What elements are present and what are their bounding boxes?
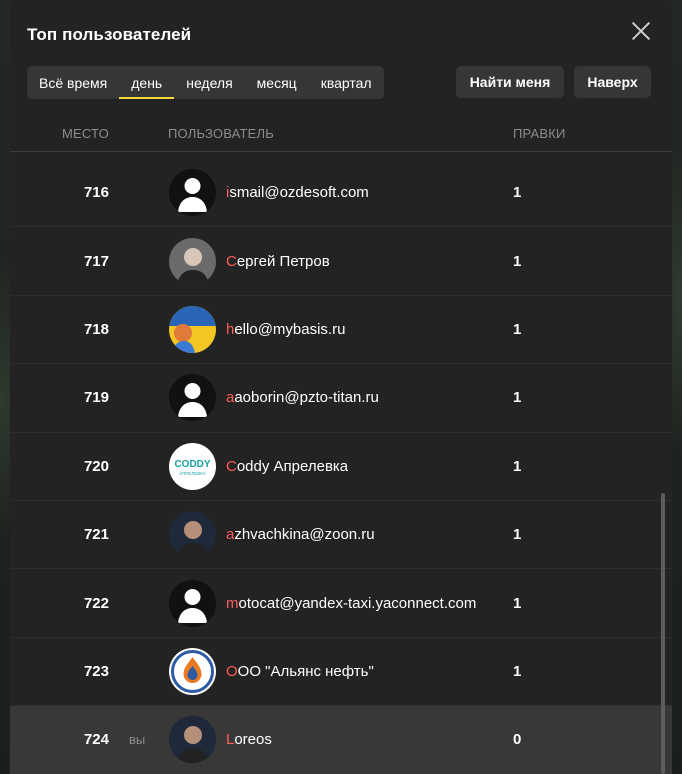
user-name[interactable]: hello@mybasis.ru	[226, 321, 345, 338]
user-name-rest: aoborin@pzto-titan.ru	[234, 389, 379, 407]
users-list: 716 ismail@ozdesoft.com 1 717 Сергей Пет…	[10, 158, 672, 774]
you-label: вы	[129, 732, 146, 748]
column-header-user: Пользователь	[168, 126, 275, 141]
user-name-rest: oreos	[234, 731, 272, 749]
rank-value: 717	[83, 252, 109, 270]
user-avatar[interactable]	[169, 237, 216, 285]
table-row[interactable]: 723 ООО "Альянс нефть" 1	[10, 636, 672, 705]
user-avatar[interactable]	[169, 374, 216, 422]
table-row[interactable]: 716 ismail@ozdesoft.com 1	[10, 158, 672, 226]
edits-count: 1	[513, 389, 522, 407]
user-name[interactable]: ООО "Альянс нефть"	[226, 663, 374, 680]
tab-day[interactable]: день	[119, 66, 175, 99]
edits-count: 1	[513, 662, 522, 680]
rank-value: 723	[83, 662, 109, 680]
table-row[interactable]: 721 azhvachkina@zoon.ru 1	[10, 499, 672, 568]
user-name-rest: smail@ozdesoft.com	[229, 183, 369, 201]
rank-value: 719	[83, 389, 109, 407]
to-top-button[interactable]: Наверх	[574, 66, 651, 98]
edits-count: 0	[513, 731, 522, 749]
tab-week[interactable]: неделя	[174, 66, 244, 99]
user-name-rest: oddy Апрелевка	[236, 457, 349, 475]
tab-month[interactable]: месяц	[245, 66, 309, 99]
svg-text:АПРЕЛЕВКА: АПРЕЛЕВКА	[179, 471, 206, 476]
edits-count: 1	[513, 526, 522, 544]
user-name-initial: С	[226, 252, 237, 270]
rank-value: 724	[83, 731, 109, 749]
table-row[interactable]: 722 motocat@yandex-taxi.yaconnect.com 1	[10, 568, 672, 636]
user-name-rest: otocat@yandex-taxi.yaconnect.com	[238, 594, 477, 612]
user-name-initial: О	[226, 662, 238, 680]
close-icon[interactable]	[630, 20, 652, 42]
user-name-rest: ОО "Альянс нефть"	[237, 662, 374, 680]
top-users-panel: Топ пользователей Всё время день неделя …	[10, 0, 672, 774]
rank-value: 716	[83, 183, 109, 201]
table-row[interactable]: 718 hello@mybasis.ru 1	[10, 294, 672, 363]
user-avatar[interactable]	[169, 647, 216, 695]
rank-value: 718	[83, 320, 109, 338]
user-name[interactable]: ismail@ozdesoft.com	[226, 184, 369, 201]
user-name[interactable]: Loreos	[226, 731, 272, 748]
edits-count: 1	[513, 594, 522, 612]
user-name[interactable]: Coddy Апрелевка	[226, 458, 348, 475]
rank-value: 721	[83, 526, 109, 544]
table-row[interactable]: 719 aaoborin@pzto-titan.ru 1	[10, 363, 672, 431]
column-header-edits: Правки	[513, 126, 566, 141]
period-tabs: Всё время день неделя месяц квартал	[27, 66, 384, 99]
svg-text:CODDY: CODDY	[174, 459, 210, 470]
user-name[interactable]: azhvachkina@zoon.ru	[226, 526, 375, 543]
user-avatar[interactable]	[169, 168, 216, 216]
tab-all-time[interactable]: Всё время	[27, 66, 119, 99]
column-header-place: Место	[62, 126, 109, 141]
user-avatar[interactable]: CODDY АПРЕЛЕВКА	[169, 442, 216, 490]
user-name[interactable]: aaoborin@pzto-titan.ru	[226, 389, 379, 406]
user-name-initial: C	[226, 457, 237, 475]
table-row[interactable]: 720 CODDY АПРЕЛЕВКА Coddy Апрелевка 1	[10, 431, 672, 500]
user-avatar[interactable]	[169, 716, 216, 764]
edits-count: 1	[513, 457, 522, 475]
user-name-rest: ергей Петров	[236, 252, 330, 270]
find-me-button[interactable]: Найти меня	[456, 66, 564, 98]
edits-count: 1	[513, 252, 522, 270]
user-avatar[interactable]	[169, 305, 216, 353]
panel-title: Топ пользователей	[27, 25, 192, 44]
header-divider	[10, 151, 672, 152]
table-row[interactable]: 724 вы Loreos 0	[10, 705, 672, 774]
rank-value: 720	[83, 457, 109, 475]
user-name-rest: zhvachkina@zoon.ru	[234, 526, 375, 544]
scrollbar[interactable]	[661, 493, 665, 774]
user-avatar[interactable]	[169, 579, 216, 627]
edits-count: 1	[513, 320, 522, 338]
user-name[interactable]: motocat@yandex-taxi.yaconnect.com	[226, 595, 476, 612]
user-name-initial: m	[226, 594, 239, 612]
user-name-rest: ello@mybasis.ru	[234, 320, 346, 338]
table-row[interactable]: 717 Сергей Петров 1	[10, 226, 672, 294]
user-avatar[interactable]	[169, 511, 216, 559]
rank-value: 722	[83, 594, 109, 612]
tab-quarter[interactable]: квартал	[309, 66, 384, 99]
user-name[interactable]: Сергей Петров	[226, 253, 330, 270]
edits-count: 1	[513, 183, 522, 201]
